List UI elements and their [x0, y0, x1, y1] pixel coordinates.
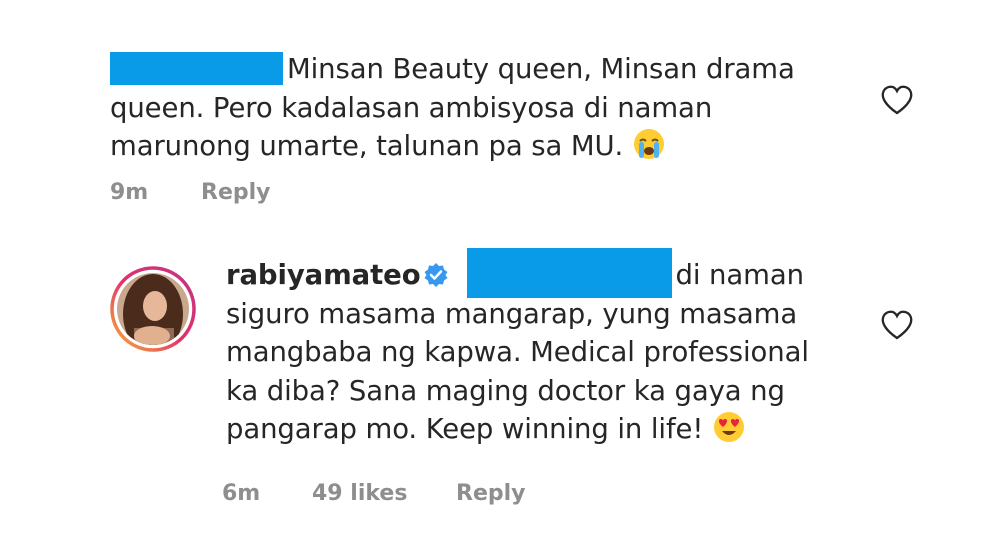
like-heart-icon[interactable] — [880, 309, 914, 341]
heart-eyes-face-icon — [713, 412, 744, 442]
redacted-mention — [466, 248, 672, 298]
username[interactable]: rabiyamateo — [226, 259, 421, 291]
redacted-username — [110, 52, 283, 85]
comment-1-reply-button[interactable]: Reply — [201, 180, 271, 205]
comment-2-line1-wrap: rabiyamateo di naman — [226, 248, 809, 298]
comment-2-line1: di naman — [675, 259, 804, 291]
comment-2-line4: ka diba? Sana maging doctor ka gaya ng — [226, 374, 785, 407]
comment-2: rabiyamateo di naman siguro masama manga… — [226, 248, 809, 449]
comment-2-line2: siguro masama mangarap, yung masama — [226, 297, 798, 330]
avatar[interactable] — [110, 266, 196, 352]
comment-1: Minsan Beauty queen, Minsan drama queen.… — [110, 50, 795, 166]
comment-2-time: 6m — [222, 481, 261, 506]
loudly-crying-face-icon — [633, 129, 664, 159]
comment-1-time: 9m — [110, 180, 149, 205]
verified-badge-icon — [424, 263, 448, 287]
comment-2-line5: pangarap mo. Keep winning in life! — [226, 413, 704, 445]
comment-1-line3-wrap: marunong umarte, talunan pa sa MU. — [110, 127, 795, 166]
comment-1-body: Minsan Beauty queen, Minsan drama — [110, 50, 795, 89]
comment-2-reply-button[interactable]: Reply — [456, 481, 526, 506]
comment-1-line3: marunong umarte, talunan pa sa MU. — [110, 130, 624, 162]
comment-1-line2: queen. Pero kadalasan ambisyosa di naman — [110, 91, 713, 124]
like-heart-icon[interactable] — [880, 84, 914, 116]
comment-2-likes[interactable]: 49 likes — [312, 481, 407, 506]
comment-2-line3: mangbaba ng kapwa. Medical professional — [226, 336, 809, 368]
comment-2-line5-wrap: pangarap mo. Keep winning in life! — [226, 410, 809, 449]
comment-1-line1: Minsan Beauty queen, Minsan drama — [287, 53, 795, 85]
